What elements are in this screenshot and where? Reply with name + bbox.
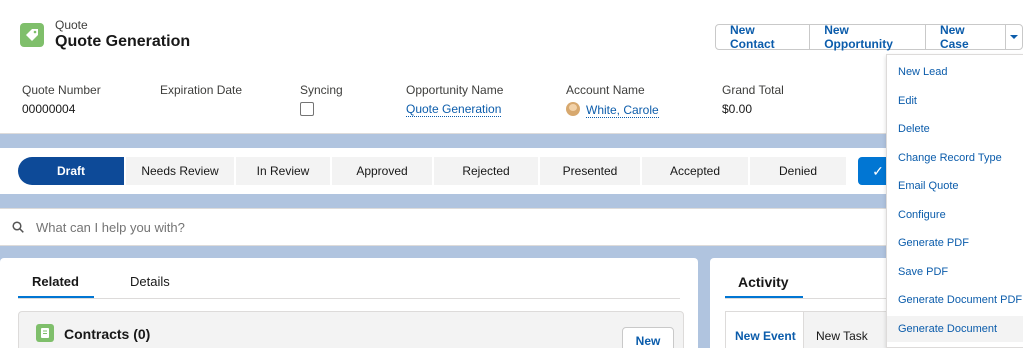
path-step-draft[interactable]: Draft (18, 157, 124, 185)
tab-new-event[interactable]: New Event (735, 329, 796, 343)
expiration-date-field: Expiration Date (160, 83, 242, 102)
tab-details[interactable]: Details (130, 274, 170, 289)
more-actions-button[interactable] (1004, 24, 1023, 50)
action-button-group: New Contact New Opportunity New Case (715, 23, 1023, 51)
record-header: Quote Quote Generation New Contact New O… (0, 0, 1023, 134)
menu-item-configure[interactable]: Configure (887, 202, 1023, 228)
opportunity-link[interactable]: Quote Generation (406, 102, 502, 117)
search-icon (12, 221, 24, 233)
tab-related[interactable]: Related (32, 274, 79, 289)
path-step-presented[interactable]: Presented (540, 157, 640, 185)
syncing-checkbox[interactable] (300, 102, 314, 116)
path-step-in-review[interactable]: In Review (236, 157, 330, 185)
path-step-rejected[interactable]: Rejected (434, 157, 538, 185)
menu-item-edit[interactable]: Edit (887, 88, 1023, 114)
contract-icon (36, 324, 54, 342)
record-title: Quote Generation (55, 33, 191, 50)
grand-total-value: $0.00 (722, 102, 753, 116)
checkmark-icon: ✓ (872, 162, 884, 179)
account-link[interactable]: White, Carole (586, 103, 659, 118)
related-panel: Related Details Contracts (0) New (0, 258, 698, 348)
menu-item-delete[interactable]: Delete (887, 116, 1023, 142)
menu-item-generate-document[interactable]: Generate Document (887, 316, 1023, 342)
contracts-title: Contracts (0) (64, 326, 151, 342)
expiration-date-label: Expiration Date (160, 83, 243, 97)
new-opportunity-button[interactable]: New Opportunity (809, 23, 926, 51)
menu-item-generate-pdf[interactable]: Generate PDF (887, 230, 1023, 256)
quote-number-label: Quote Number (22, 83, 101, 97)
search-placeholder: What can I help you with? (36, 219, 185, 235)
more-actions-menu: New Lead Edit Delete Change Record Type … (886, 54, 1023, 348)
quote-number-field: Quote Number 00000004 (22, 83, 101, 116)
tab-new-task[interactable]: New Task (816, 329, 868, 343)
new-contract-button[interactable]: New (622, 327, 674, 348)
menu-item-new-lead[interactable]: New Lead (887, 59, 1023, 85)
menu-item-change-record-type[interactable]: Change Record Type (887, 145, 1023, 171)
chevron-down-icon (1009, 35, 1018, 39)
new-case-button[interactable]: New Case (924, 23, 1006, 51)
contracts-card: Contracts (0) New (18, 311, 684, 348)
grand-total-field: Grand Total $0.00 (722, 83, 784, 116)
opportunity-name-label: Opportunity Name (406, 83, 504, 97)
avatar (566, 102, 580, 116)
menu-item-generate-document-pdf[interactable]: Generate Document PDF (887, 287, 1023, 313)
new-contact-button[interactable]: New Contact (715, 23, 811, 51)
menu-item-email-quote[interactable]: Email Quote (887, 173, 1023, 199)
menu-item-save-pdf[interactable]: Save PDF (887, 259, 1023, 285)
tab-activity[interactable]: Activity (738, 274, 789, 290)
path-step-needs-review[interactable]: Needs Review (126, 157, 234, 185)
path-step-approved[interactable]: Approved (332, 157, 432, 185)
quote-number-value: 00000004 (22, 102, 76, 116)
search-bar[interactable]: What can I help you with? (0, 208, 1023, 246)
account-name-label: Account Name (566, 83, 645, 97)
object-label: Quote (55, 18, 88, 32)
account-name-field: Account Name White, Carole (566, 83, 659, 118)
quote-icon (20, 23, 44, 47)
path-step-accepted[interactable]: Accepted (642, 157, 748, 185)
grand-total-label: Grand Total (722, 83, 784, 97)
syncing-field: Syncing (300, 83, 343, 116)
syncing-label: Syncing (300, 83, 343, 97)
path-step-denied[interactable]: Denied (750, 157, 846, 185)
opportunity-name-field: Opportunity Name Quote Generation (406, 83, 504, 117)
